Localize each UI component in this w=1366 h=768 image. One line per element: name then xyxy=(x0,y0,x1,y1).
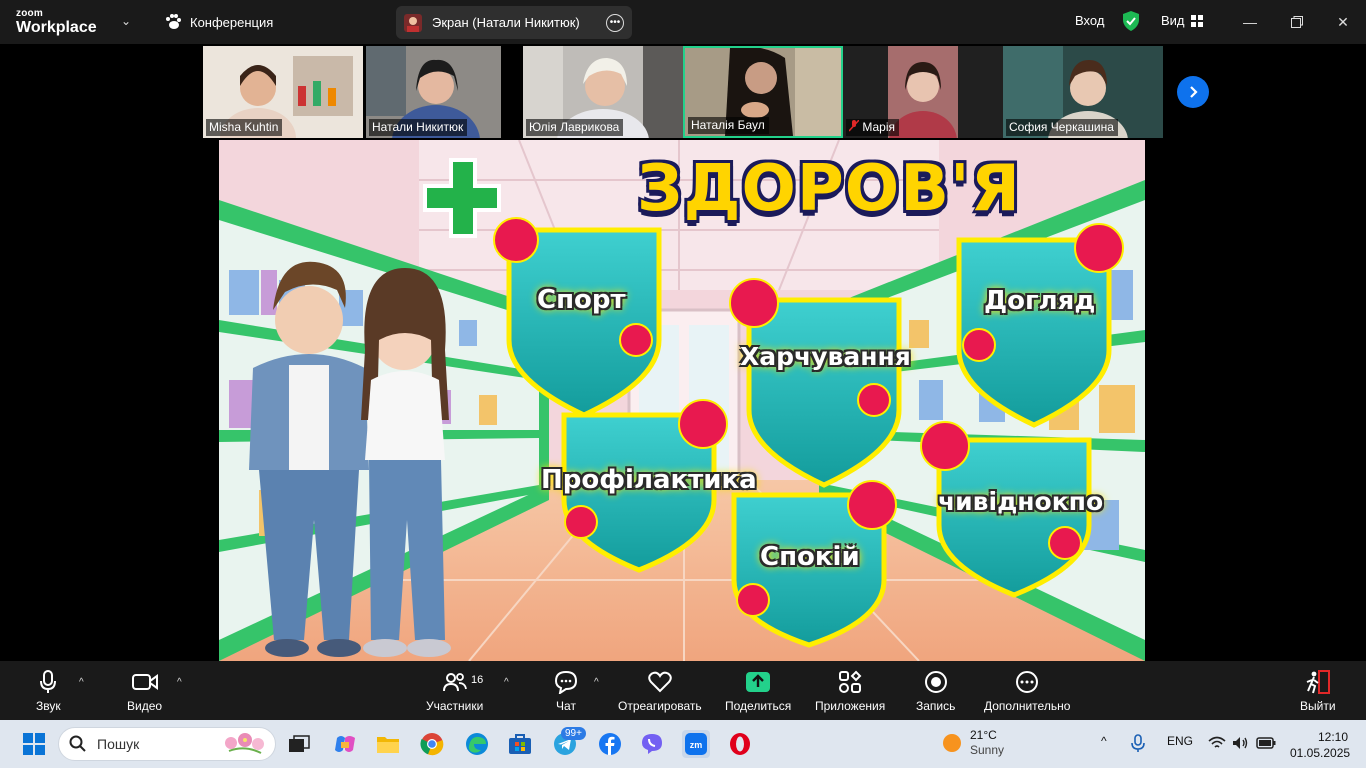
participant-name: Натали Никитюк xyxy=(369,119,468,136)
microphone-tray-icon[interactable] xyxy=(1130,734,1150,752)
video-button[interactable]: Видео xyxy=(127,669,162,713)
weather-temperature: 21°C xyxy=(970,728,997,742)
chat-options-caret[interactable]: ^ xyxy=(594,677,599,688)
share-screen-button[interactable]: Поделиться xyxy=(725,669,791,713)
copilot-icon[interactable] xyxy=(331,730,359,758)
restore-icon[interactable] xyxy=(1287,12,1307,32)
paw-icon xyxy=(166,14,181,29)
shield-label-sport[interactable]: Спорт xyxy=(537,285,626,315)
apps-icon xyxy=(839,670,862,693)
store-icon[interactable] xyxy=(506,730,534,758)
more-options-icon[interactable]: ••• xyxy=(606,13,624,32)
shield-label-prevention[interactable]: Профілактика xyxy=(541,465,757,495)
leave-button[interactable]: Выйти xyxy=(1300,669,1336,713)
clock-date: 01.05.2025 xyxy=(1290,746,1351,760)
telegram-unread-badge: 99+ xyxy=(561,727,586,740)
chrome-icon[interactable] xyxy=(418,730,446,758)
chevron-right-icon xyxy=(1190,86,1198,98)
participant-name: Misha Kuhtin xyxy=(206,119,283,136)
microphone-icon xyxy=(40,670,57,693)
participants-count: 16 xyxy=(471,674,484,686)
more-icon xyxy=(1016,671,1039,693)
minimize-icon[interactable]: — xyxy=(1240,12,1260,32)
mic-muted-icon xyxy=(848,119,860,132)
opera-icon[interactable] xyxy=(726,730,754,758)
video-camera-icon xyxy=(131,674,158,690)
weather-widget[interactable]: 21°C Sunny xyxy=(942,728,1004,758)
windows-start-icon[interactable] xyxy=(20,730,48,758)
participant-tile[interactable]: София Черкашина xyxy=(1003,46,1163,138)
language-indicator[interactable]: ENG xyxy=(1167,734,1193,748)
next-page-button[interactable] xyxy=(1177,76,1209,108)
share-screen-icon xyxy=(746,672,771,692)
zoom-logo[interactable]: zoom Workplace xyxy=(16,9,97,36)
participant-tile[interactable]: Марія xyxy=(843,46,1003,138)
shield-label-care[interactable]: Догляд xyxy=(984,286,1095,316)
svg-text:zm: zm xyxy=(690,740,703,750)
sun-icon xyxy=(943,734,961,752)
shield-label-calm[interactable]: Спокій xyxy=(760,542,860,572)
weather-description: Sunny xyxy=(970,743,1005,757)
flowers-icon xyxy=(225,733,264,754)
presenter-avatar xyxy=(404,13,422,32)
video-options-caret[interactable]: ^ xyxy=(177,677,182,688)
heart-icon xyxy=(648,671,672,693)
battery-icon[interactable] xyxy=(1256,736,1276,750)
audio-button[interactable]: Звук xyxy=(36,669,61,713)
chevron-down-icon[interactable]: ⌄ xyxy=(121,14,131,28)
participant-tile-active-speaker[interactable]: Наталія Баул xyxy=(683,46,843,138)
security-shield-icon[interactable] xyxy=(1122,11,1140,31)
participants-options-caret[interactable]: ^ xyxy=(504,677,509,688)
system-clock[interactable]: 12:10 01.05.2025 xyxy=(1290,729,1351,761)
conference-label: Конференция xyxy=(190,14,274,30)
record-button[interactable]: Запись xyxy=(916,669,955,713)
sign-in-link[interactable]: Вход xyxy=(1075,13,1104,28)
react-button[interactable]: Отреагировать xyxy=(618,669,702,713)
shield-label-nutrition[interactable]: Харчування xyxy=(740,342,911,371)
wifi-icon[interactable] xyxy=(1208,736,1226,750)
file-explorer-icon[interactable] xyxy=(374,730,402,758)
slide-title: ЗДОРОВ'Я xyxy=(637,152,1021,226)
meeting-controls: Звук ^ Видео ^ Участники 16 ^ Чат ^ Отре… xyxy=(0,661,1366,720)
participant-name: София Черкашина xyxy=(1006,119,1118,136)
edge-icon[interactable] xyxy=(463,730,491,758)
leave-icon xyxy=(1306,670,1330,694)
screen-share-indicator[interactable]: Экран (Натали Никитюк) ••• xyxy=(396,6,632,39)
participant-tile[interactable]: Юлія Лаврикова xyxy=(523,46,683,138)
shield-label-scrambled[interactable]: чивіднокпо xyxy=(938,487,1103,516)
participant-tile[interactable]: Misha Kuhtin xyxy=(203,46,363,138)
search-placeholder: Пошук xyxy=(97,736,140,752)
zoom-taskbar-icon[interactable]: zm xyxy=(682,730,710,758)
apps-button[interactable]: Приложения xyxy=(815,669,885,713)
facebook-icon[interactable] xyxy=(596,730,624,758)
viber-icon[interactable] xyxy=(638,730,666,758)
more-button[interactable]: Дополнительно xyxy=(984,669,1070,713)
chat-button[interactable]: Чат xyxy=(554,669,578,713)
participant-tile[interactable]: Натали Никитюк xyxy=(366,46,501,138)
view-menu[interactable]: Вид xyxy=(1161,13,1203,28)
close-icon[interactable]: ✕ xyxy=(1333,12,1353,32)
conference-menu[interactable]: Конференция xyxy=(164,13,273,31)
tray-overflow-chevron-icon[interactable]: ^ xyxy=(1101,734,1107,748)
screen-share-label: Экран (Натали Никитюк) xyxy=(432,15,580,30)
task-view-icon[interactable] xyxy=(285,730,313,758)
participants-icon xyxy=(442,673,467,692)
clock-time: 12:10 xyxy=(1317,730,1348,744)
shared-screen: ЗДОРОВ'Я Спорт Харчування Догляд Профіла… xyxy=(219,140,1145,661)
chat-icon xyxy=(554,670,578,694)
title-bar: zoom Workplace ⌄ Конференция Экран (Ната… xyxy=(0,0,1366,44)
taskbar-search[interactable]: Пошук xyxy=(58,727,276,761)
record-icon xyxy=(924,671,947,693)
participant-name-muted: Марія xyxy=(846,119,899,136)
audio-options-caret[interactable]: ^ xyxy=(79,677,84,688)
participant-strip: Misha Kuhtin Натали Никитюк Юлія Лаврико… xyxy=(203,46,1163,138)
windows-taskbar: Пошук 99+ zm 21°C Sunny ^ ENG 12:10 01.0… xyxy=(0,720,1366,768)
search-icon xyxy=(69,735,86,752)
participant-name: Юлія Лаврикова xyxy=(526,119,624,136)
volume-icon[interactable] xyxy=(1232,736,1250,750)
grid-view-icon xyxy=(1190,14,1203,27)
participant-name: Наталія Баул xyxy=(688,117,769,134)
